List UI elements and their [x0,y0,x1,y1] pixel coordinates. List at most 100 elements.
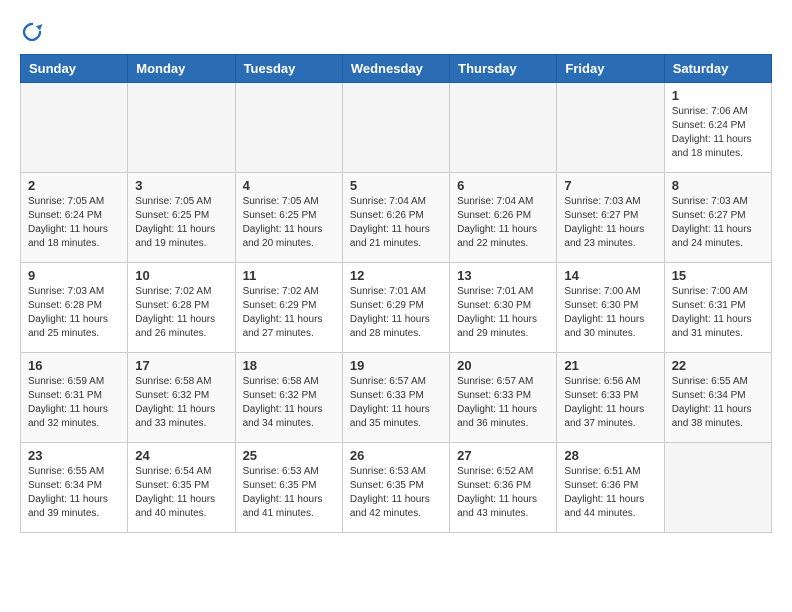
day-info: Sunrise: 7:01 AM Sunset: 6:30 PM Dayligh… [457,285,549,341]
week-row-3: 9 Sunrise: 7:03 AM Sunset: 6:28 PM Daylig… [21,263,772,353]
day-cell [235,83,342,173]
day-info: Sunrise: 6:55 AM Sunset: 6:34 PM Dayligh… [672,375,764,431]
weekday-header-friday: Friday [557,55,664,83]
day-info: Sunrise: 6:57 AM Sunset: 6:33 PM Dayligh… [350,375,442,431]
day-cell: 24 Sunrise: 6:54 AM Sunset: 6:35 PM Dayli… [128,443,235,533]
logo [20,20,48,44]
day-number: 13 [457,268,549,283]
day-info: Sunrise: 7:00 AM Sunset: 6:31 PM Dayligh… [672,285,764,341]
day-info: Sunrise: 7:06 AM Sunset: 6:24 PM Dayligh… [672,105,764,161]
day-cell: 21 Sunrise: 6:56 AM Sunset: 6:33 PM Dayli… [557,353,664,443]
logo-icon [20,20,44,44]
week-row-5: 23 Sunrise: 6:55 AM Sunset: 6:34 PM Dayli… [21,443,772,533]
day-info: Sunrise: 6:55 AM Sunset: 6:34 PM Dayligh… [28,465,120,521]
day-number: 17 [135,358,227,373]
day-number: 23 [28,448,120,463]
day-info: Sunrise: 7:03 AM Sunset: 6:27 PM Dayligh… [672,195,764,251]
day-cell: 16 Sunrise: 6:59 AM Sunset: 6:31 PM Dayli… [21,353,128,443]
day-number: 18 [243,358,335,373]
day-cell: 13 Sunrise: 7:01 AM Sunset: 6:30 PM Dayli… [450,263,557,353]
day-cell [128,83,235,173]
day-number: 6 [457,178,549,193]
day-info: Sunrise: 6:51 AM Sunset: 6:36 PM Dayligh… [564,465,656,521]
day-cell [21,83,128,173]
day-number: 25 [243,448,335,463]
day-number: 26 [350,448,442,463]
day-number: 21 [564,358,656,373]
weekday-header-saturday: Saturday [664,55,771,83]
day-cell: 27 Sunrise: 6:52 AM Sunset: 6:36 PM Dayli… [450,443,557,533]
day-info: Sunrise: 7:05 AM Sunset: 6:25 PM Dayligh… [135,195,227,251]
week-row-1: 1 Sunrise: 7:06 AM Sunset: 6:24 PM Daylig… [21,83,772,173]
day-number: 8 [672,178,764,193]
day-number: 15 [672,268,764,283]
day-info: Sunrise: 7:04 AM Sunset: 6:26 PM Dayligh… [350,195,442,251]
day-number: 9 [28,268,120,283]
day-cell: 20Sunrise: 6:57 AM Sunset: 6:33 PM Dayli… [450,353,557,443]
day-cell: 11 Sunrise: 7:02 AM Sunset: 6:29 PM Dayli… [235,263,342,353]
day-cell: 22 Sunrise: 6:55 AM Sunset: 6:34 PM Dayli… [664,353,771,443]
day-info: Sunrise: 6:52 AM Sunset: 6:36 PM Dayligh… [457,465,549,521]
day-cell: 28Sunrise: 6:51 AM Sunset: 6:36 PM Dayli… [557,443,664,533]
day-number: 2 [28,178,120,193]
day-number: 24 [135,448,227,463]
day-cell: 4 Sunrise: 7:05 AM Sunset: 6:25 PM Daylig… [235,173,342,263]
day-info: Sunrise: 6:54 AM Sunset: 6:35 PM Dayligh… [135,465,227,521]
day-cell: 6 Sunrise: 7:04 AM Sunset: 6:26 PM Daylig… [450,173,557,263]
day-number: 1 [672,88,764,103]
day-info: Sunrise: 7:03 AM Sunset: 6:27 PM Dayligh… [564,195,656,251]
day-cell: 19 Sunrise: 6:57 AM Sunset: 6:33 PM Dayli… [342,353,449,443]
day-info: Sunrise: 6:59 AM Sunset: 6:31 PM Dayligh… [28,375,120,431]
day-cell: 9 Sunrise: 7:03 AM Sunset: 6:28 PM Daylig… [21,263,128,353]
day-cell: 26Sunrise: 6:53 AM Sunset: 6:35 PM Dayli… [342,443,449,533]
day-cell: 25 Sunrise: 6:53 AM Sunset: 6:35 PM Dayli… [235,443,342,533]
day-info: Sunrise: 7:05 AM Sunset: 6:25 PM Dayligh… [243,195,335,251]
day-info: Sunrise: 6:53 AM Sunset: 6:35 PM Dayligh… [243,465,335,521]
day-info: Sunrise: 6:56 AM Sunset: 6:33 PM Dayligh… [564,375,656,431]
day-info: Sunrise: 7:05 AM Sunset: 6:24 PM Dayligh… [28,195,120,251]
day-number: 14 [564,268,656,283]
day-cell [450,83,557,173]
day-cell: 17 Sunrise: 6:58 AM Sunset: 6:32 PM Dayli… [128,353,235,443]
day-cell: 2 Sunrise: 7:05 AM Sunset: 6:24 PM Daylig… [21,173,128,263]
day-cell: 23 Sunrise: 6:55 AM Sunset: 6:34 PM Dayli… [21,443,128,533]
day-number: 12 [350,268,442,283]
weekday-header-wednesday: Wednesday [342,55,449,83]
weekday-header-tuesday: Tuesday [235,55,342,83]
day-info: Sunrise: 7:03 AM Sunset: 6:28 PM Dayligh… [28,285,120,341]
day-info: Sunrise: 7:00 AM Sunset: 6:30 PM Dayligh… [564,285,656,341]
day-cell [342,83,449,173]
weekday-header-monday: Monday [128,55,235,83]
day-cell: 10 Sunrise: 7:02 AM Sunset: 6:28 PM Dayli… [128,263,235,353]
weekday-header-sunday: Sunday [21,55,128,83]
day-info: Sunrise: 7:02 AM Sunset: 6:29 PM Dayligh… [243,285,335,341]
weekday-header-thursday: Thursday [450,55,557,83]
day-info: Sunrise: 6:58 AM Sunset: 6:32 PM Dayligh… [243,375,335,431]
day-number: 19 [350,358,442,373]
day-number: 11 [243,268,335,283]
day-number: 3 [135,178,227,193]
day-cell: 7 Sunrise: 7:03 AM Sunset: 6:27 PM Daylig… [557,173,664,263]
day-number: 4 [243,178,335,193]
day-cell [664,443,771,533]
day-number: 5 [350,178,442,193]
weekday-header-row: SundayMondayTuesdayWednesdayThursdayFrid… [21,55,772,83]
day-number: 7 [564,178,656,193]
day-cell: 8 Sunrise: 7:03 AM Sunset: 6:27 PM Daylig… [664,173,771,263]
day-number: 10 [135,268,227,283]
day-number: 16 [28,358,120,373]
day-info: Sunrise: 6:57 AM Sunset: 6:33 PM Dayligh… [457,375,549,431]
day-cell: 1 Sunrise: 7:06 AM Sunset: 6:24 PM Daylig… [664,83,771,173]
day-number: 27 [457,448,549,463]
day-info: Sunrise: 7:01 AM Sunset: 6:29 PM Dayligh… [350,285,442,341]
day-cell: 18 Sunrise: 6:58 AM Sunset: 6:32 PM Dayli… [235,353,342,443]
day-info: Sunrise: 7:04 AM Sunset: 6:26 PM Dayligh… [457,195,549,251]
day-cell: 14 Sunrise: 7:00 AM Sunset: 6:30 PM Dayli… [557,263,664,353]
day-info: Sunrise: 6:58 AM Sunset: 6:32 PM Dayligh… [135,375,227,431]
day-info: Sunrise: 7:02 AM Sunset: 6:28 PM Dayligh… [135,285,227,341]
day-number: 22 [672,358,764,373]
week-row-4: 16 Sunrise: 6:59 AM Sunset: 6:31 PM Dayli… [21,353,772,443]
day-cell: 15 Sunrise: 7:00 AM Sunset: 6:31 PM Dayli… [664,263,771,353]
page-header [20,20,772,44]
day-cell [557,83,664,173]
